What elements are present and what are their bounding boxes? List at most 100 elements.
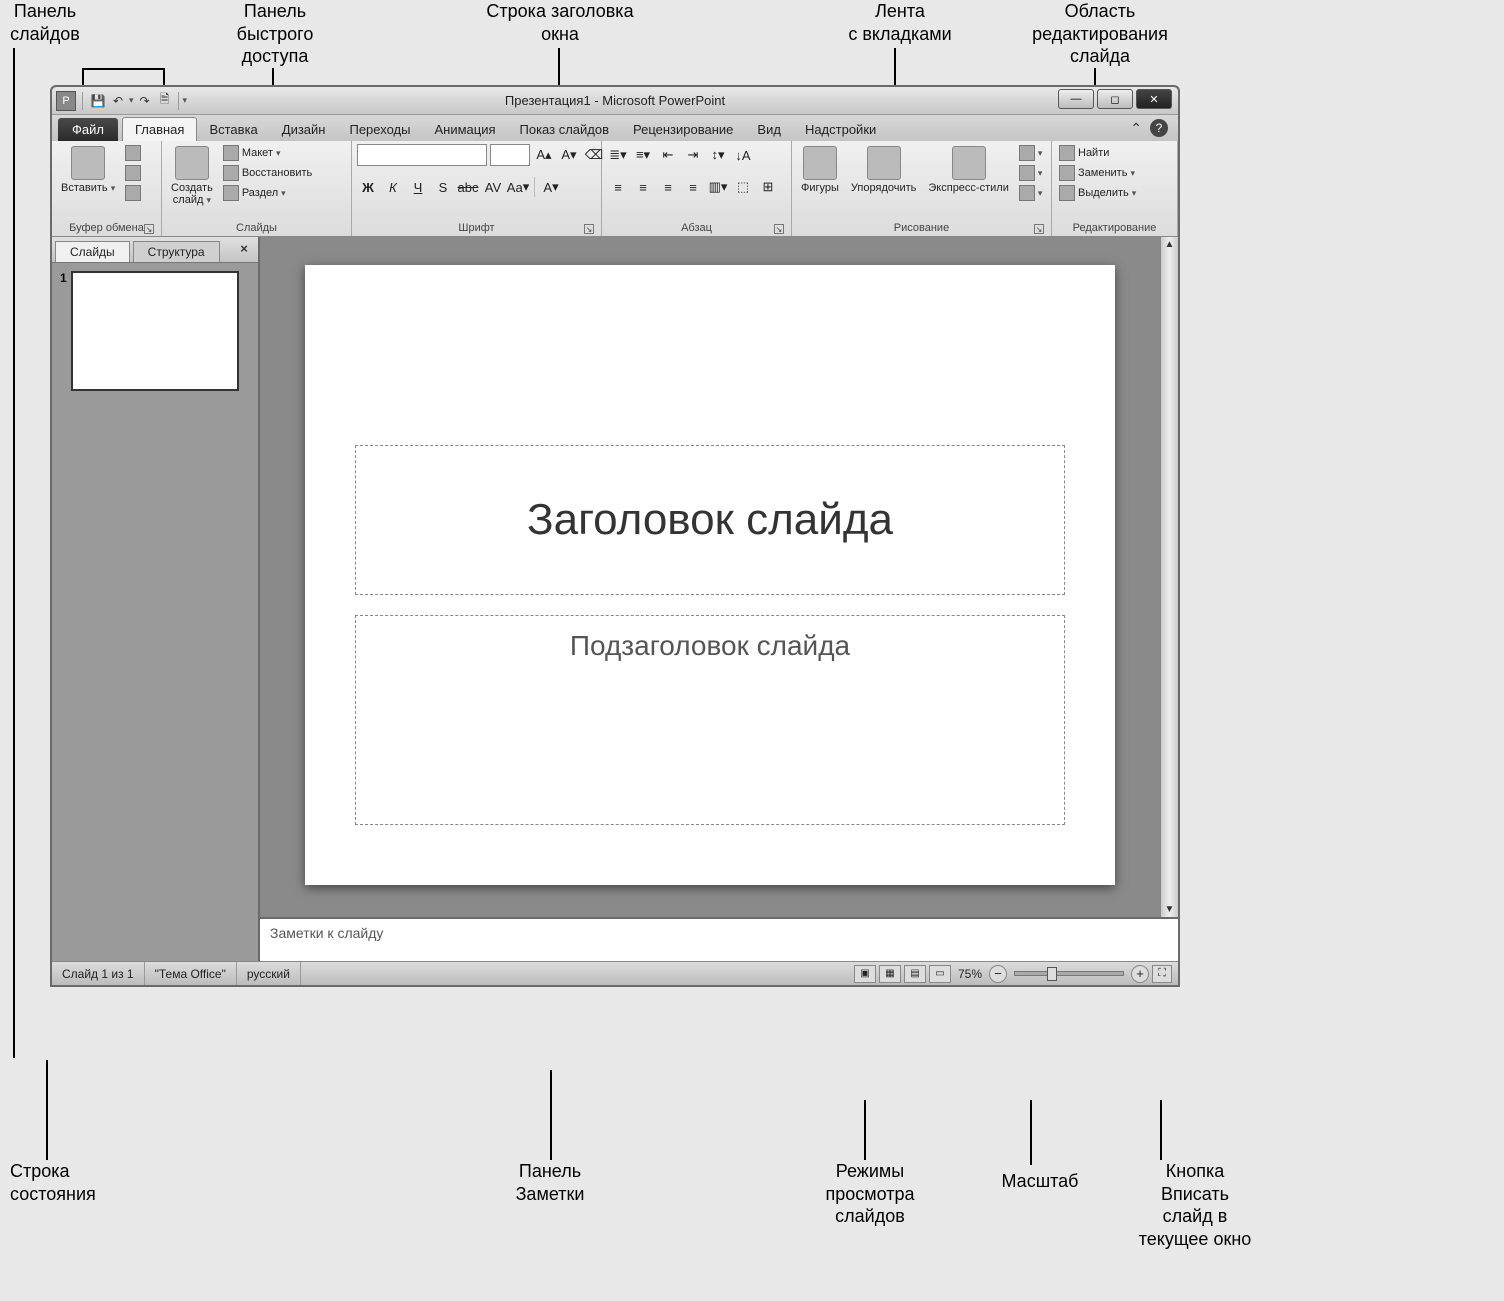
subtitle-placeholder[interactable]: Подзаголовок слайда bbox=[355, 615, 1065, 825]
new-slide-button[interactable]: Создатьслайд ▾ bbox=[167, 144, 217, 208]
font-color-button[interactable]: A▾ bbox=[540, 176, 562, 198]
reset-button[interactable]: Восстановить bbox=[221, 164, 314, 182]
clipboard-dialog-launcher[interactable]: ↘ bbox=[144, 224, 154, 234]
line-spacing-button[interactable]: ↕▾ bbox=[707, 144, 729, 166]
tab-insert[interactable]: Вставка bbox=[197, 118, 269, 141]
scroll-up-icon[interactable]: ▲ bbox=[1165, 239, 1175, 250]
align-center-button[interactable]: ≡ bbox=[632, 176, 654, 198]
shadow-button[interactable]: S bbox=[432, 176, 454, 198]
increase-indent-button[interactable]: ⇥ bbox=[682, 144, 704, 166]
strike-button[interactable]: abc bbox=[457, 176, 479, 198]
replace-icon bbox=[1059, 165, 1075, 181]
font-size-combo[interactable] bbox=[490, 144, 530, 166]
maximize-button[interactable]: ◻ bbox=[1097, 89, 1133, 109]
format-painter-button[interactable] bbox=[123, 184, 143, 202]
cut-button[interactable] bbox=[123, 144, 143, 162]
slide[interactable]: Заголовок слайда Подзаголовок слайда bbox=[305, 265, 1115, 885]
align-right-button[interactable]: ≡ bbox=[657, 176, 679, 198]
text-direction-button[interactable]: ↓A bbox=[732, 144, 754, 166]
tab-animation[interactable]: Анимация bbox=[422, 118, 507, 141]
tab-view[interactable]: Вид bbox=[745, 118, 793, 141]
smartart-button[interactable]: ⊞ bbox=[757, 176, 779, 198]
underline-button[interactable]: Ч bbox=[407, 176, 429, 198]
save-icon[interactable]: 💾 bbox=[89, 92, 107, 110]
tab-review[interactable]: Рецензирование bbox=[621, 118, 745, 141]
para-dialog-launcher[interactable]: ↘ bbox=[774, 224, 784, 234]
layout-button[interactable]: Макет ▾ bbox=[221, 144, 314, 162]
close-button[interactable]: ✕ bbox=[1136, 89, 1172, 109]
undo-icon[interactable]: ↶ bbox=[109, 92, 127, 110]
replace-button[interactable]: Заменить ▾ bbox=[1057, 164, 1138, 182]
columns-button[interactable]: ▥▾ bbox=[707, 176, 729, 198]
italic-button[interactable]: К bbox=[382, 176, 404, 198]
scroll-down-icon[interactable]: ▼ bbox=[1165, 904, 1175, 915]
shapes-icon bbox=[803, 146, 837, 180]
drawing-dialog-launcher[interactable]: ↘ bbox=[1034, 224, 1044, 234]
new-doc-icon[interactable]: 🗎 bbox=[156, 92, 174, 110]
quick-styles-button[interactable]: Экспресс-стили bbox=[924, 144, 1012, 196]
select-button[interactable]: Выделить ▾ bbox=[1057, 184, 1138, 202]
zoom-out-button[interactable]: − bbox=[989, 965, 1007, 983]
tab-home[interactable]: Главная bbox=[122, 117, 197, 141]
panel-tab-slides[interactable]: Слайды bbox=[55, 241, 130, 262]
zoom-slider[interactable] bbox=[1014, 971, 1124, 976]
vertical-scrollbar[interactable]: ▲ ▼ bbox=[1160, 237, 1178, 917]
shrink-font-button[interactable]: A▾ bbox=[558, 144, 580, 166]
bold-button[interactable]: Ж bbox=[357, 176, 379, 198]
redo-icon[interactable]: ↷ bbox=[136, 92, 154, 110]
shape-fill-button[interactable]: ▾ bbox=[1017, 144, 1045, 162]
title-placeholder[interactable]: Заголовок слайда bbox=[355, 445, 1065, 595]
bullets-button[interactable]: ≣▾ bbox=[607, 144, 629, 166]
numbering-button[interactable]: ≡▾ bbox=[632, 144, 654, 166]
fit-to-window-button[interactable]: ⛶ bbox=[1152, 965, 1172, 983]
ribbon-minimize-icon[interactable]: ⌃ bbox=[1130, 120, 1142, 137]
zoom-in-button[interactable]: + bbox=[1131, 965, 1149, 983]
group-slides-label: Слайды bbox=[167, 220, 346, 236]
group-font-label: Шрифт↘ bbox=[357, 220, 596, 236]
qat-customize-dropdown[interactable]: ▾ bbox=[183, 95, 188, 106]
shape-effects-button[interactable]: ▾ bbox=[1017, 184, 1045, 202]
anno-slides-panel: Панельслайдов bbox=[0, 0, 90, 45]
grow-font-button[interactable]: A▴ bbox=[533, 144, 555, 166]
tab-addins[interactable]: Надстройки bbox=[793, 118, 888, 141]
justify-button[interactable]: ≡ bbox=[682, 176, 704, 198]
help-icon[interactable]: ? bbox=[1150, 119, 1168, 137]
zoom-level[interactable]: 75% bbox=[958, 967, 982, 981]
slide-thumbnail[interactable] bbox=[71, 271, 239, 391]
zoom-slider-thumb[interactable] bbox=[1047, 967, 1057, 981]
slide-canvas-area[interactable]: Заголовок слайда Подзаголовок слайда bbox=[260, 237, 1160, 917]
panel-tab-outline[interactable]: Структура bbox=[133, 241, 220, 262]
notes-pane[interactable]: Заметки к слайду bbox=[260, 917, 1178, 961]
section-button[interactable]: Раздел ▾ bbox=[221, 184, 314, 202]
arrange-button[interactable]: Упорядочить bbox=[847, 144, 920, 196]
shape-outline-button[interactable]: ▾ bbox=[1017, 164, 1045, 182]
status-language[interactable]: русский bbox=[237, 962, 301, 985]
file-tab[interactable]: Файл bbox=[58, 118, 118, 141]
minimize-button[interactable]: — bbox=[1058, 89, 1094, 109]
slide-thumbnail-row[interactable]: 1 bbox=[60, 271, 250, 391]
panel-close-icon[interactable]: × bbox=[236, 241, 252, 257]
normal-view-button[interactable]: ▣ bbox=[854, 965, 876, 983]
status-theme: "Тема Office" bbox=[145, 962, 237, 985]
decrease-indent-button[interactable]: ⇤ bbox=[657, 144, 679, 166]
paste-button[interactable]: Вставить ▾ bbox=[57, 144, 119, 196]
tab-design[interactable]: Дизайн bbox=[270, 118, 338, 141]
align-left-button[interactable]: ≡ bbox=[607, 176, 629, 198]
align-text-button[interactable]: ⬚ bbox=[732, 176, 754, 198]
editor-area: Заголовок слайда Подзаголовок слайда ▲ ▼… bbox=[260, 237, 1178, 961]
font-family-combo[interactable] bbox=[357, 144, 487, 166]
sorter-view-button[interactable]: ▦ bbox=[879, 965, 901, 983]
reading-view-button[interactable]: ▤ bbox=[904, 965, 926, 983]
shapes-button[interactable]: Фигуры bbox=[797, 144, 843, 196]
tab-transitions[interactable]: Переходы bbox=[337, 118, 422, 141]
copy-button[interactable] bbox=[123, 164, 143, 182]
layout-icon bbox=[223, 145, 239, 161]
font-dialog-launcher[interactable]: ↘ bbox=[584, 224, 594, 234]
slideshow-view-button[interactable]: ▭ bbox=[929, 965, 951, 983]
change-case-button[interactable]: Aa▾ bbox=[507, 176, 529, 198]
anno-edit-area: Областьредактированияслайда bbox=[1010, 0, 1190, 68]
find-button[interactable]: Найти bbox=[1057, 144, 1138, 162]
char-spacing-button[interactable]: AV bbox=[482, 176, 504, 198]
tab-slideshow[interactable]: Показ слайдов bbox=[508, 118, 622, 141]
undo-dropdown[interactable]: ▾ bbox=[129, 95, 134, 106]
